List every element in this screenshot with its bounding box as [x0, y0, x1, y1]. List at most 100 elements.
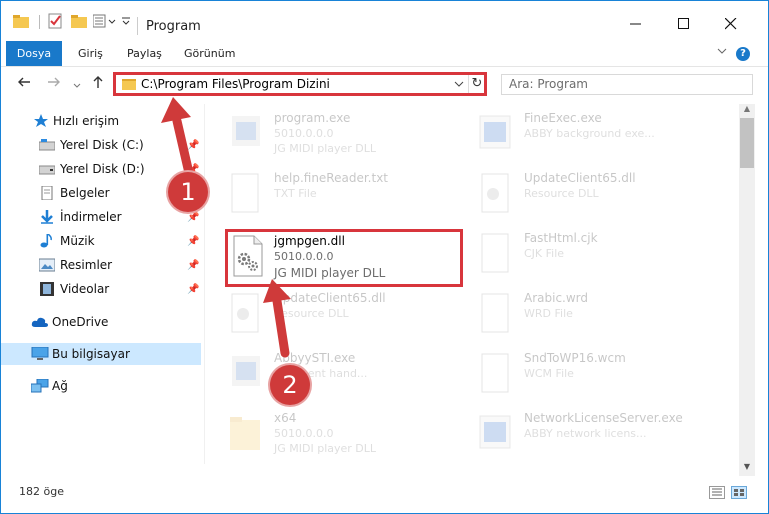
forward-arrow-icon[interactable] [47, 75, 61, 93]
close-button[interactable] [708, 9, 754, 39]
sidebar-item-label: Videolar [60, 282, 110, 296]
list-item[interactable]: UpdateClient65.dll Resource DLL [206, 284, 456, 340]
file-description: JG MIDI player DLL [274, 442, 377, 455]
explorer-window: Program Dosya Giriş Paylaş Görünüm ? C:\… [0, 0, 769, 514]
navigation-pane: Hızlı erişim Yerel Disk (C:) 📌 Yerel Dis… [1, 104, 203, 476]
list-item[interactable]: FineExec.exe ABBY background exe... [456, 104, 706, 160]
pin-icon[interactable]: 📌 [187, 212, 199, 223]
dll-gear-icon [231, 235, 265, 277]
list-item[interactable]: Arabic.wrd WRD File [456, 284, 706, 340]
tab-file[interactable]: Dosya [6, 41, 62, 66]
tab-share[interactable]: Paylaş [127, 41, 162, 66]
back-arrow-icon[interactable] [17, 75, 31, 93]
list-item[interactable]: UpdateClient65.dll Resource DLL [456, 164, 706, 220]
sidebar-item-local-disk-c[interactable]: Yerel Disk (C:) 📌 [1, 134, 201, 156]
drive-icon [38, 162, 56, 176]
new-folder-icon[interactable] [71, 12, 87, 30]
refresh-icon[interactable]: ↻ [468, 75, 485, 93]
help-icon[interactable]: ? [736, 47, 750, 61]
dll-gear-icon [228, 292, 262, 334]
computer-icon [31, 346, 49, 361]
pin-icon[interactable]: 📌 [187, 140, 199, 151]
sidebar-item-label: Resimler [60, 258, 113, 272]
address-path[interactable]: C:\Program Files\Program Dizini [141, 77, 330, 91]
item-count: 182 öge [19, 485, 64, 498]
chevron-down-icon[interactable] [454, 77, 464, 94]
minimize-button[interactable] [613, 9, 659, 39]
scroll-thumb[interactable] [740, 118, 754, 168]
window-title: Program [146, 19, 201, 34]
sidebar-item-quick-access[interactable]: Hızlı erişim [1, 110, 201, 132]
sidebar-item-label: Yerel Disk (D:) [60, 162, 145, 176]
scroll-up-icon[interactable]: ▲ [739, 104, 755, 118]
file-type: CJK File [524, 247, 565, 260]
maximize-button[interactable] [661, 9, 707, 39]
customize-toolbar-icon[interactable] [93, 12, 119, 30]
details-view-icon[interactable] [709, 486, 725, 499]
chevron-down-icon[interactable] [121, 12, 131, 30]
folder-icon [228, 412, 262, 454]
file-version: 5010.0.0.0 [274, 427, 334, 440]
cloud-icon [31, 315, 48, 329]
file-name: UpdateClient65.dll [524, 171, 636, 185]
sidebar-item-onedrive[interactable]: OneDrive [1, 311, 201, 333]
large-icons-view-icon[interactable] [731, 486, 747, 499]
address-bar[interactable]: C:\Program Files\Program Dizini ↻ [113, 72, 487, 96]
document-icon [39, 185, 55, 201]
tab-view[interactable]: Görünüm [184, 41, 235, 66]
pin-icon[interactable]: 📌 [187, 260, 199, 271]
sidebar-item-downloads[interactable]: İndirmeler 📌 [1, 206, 201, 228]
step-badge-2: 2 [270, 365, 310, 405]
separator [204, 104, 205, 464]
list-item[interactable]: AbbyySTI.exe STI event hand... [206, 344, 456, 400]
pin-icon[interactable]: 📌 [187, 236, 199, 247]
file-type: Resource DLL [274, 307, 349, 320]
sidebar-item-local-disk-d[interactable]: Yerel Disk (D:) 📌 [1, 158, 201, 180]
scroll-down-icon[interactable]: ▼ [739, 462, 755, 476]
vertical-scrollbar[interactable]: ▲ ▼ [739, 104, 755, 476]
search-placeholder: Ara: Program [509, 77, 588, 91]
file-name: Arabic.wrd [524, 291, 589, 305]
text-file-icon [228, 172, 262, 214]
file-type: WCM File [524, 367, 574, 380]
list-item[interactable]: NetworkLicenseServer.exe ABBY network li… [456, 404, 706, 460]
exe-file-icon [478, 412, 512, 454]
expand-ribbon-icon[interactable] [716, 45, 728, 60]
sidebar-item-label: Hızlı erişim [53, 114, 120, 128]
list-item[interactable]: program.exe 5010.0.0.0 JG MIDI player DL… [206, 104, 456, 160]
search-input[interactable]: Ara: Program [501, 74, 753, 95]
file-type: Resource DLL [524, 187, 599, 200]
recent-locations-icon[interactable] [73, 78, 81, 94]
sidebar-item-network[interactable]: Ağ [1, 375, 201, 397]
list-item[interactable]: x64 5010.0.0.0 JG MIDI player DLL [206, 404, 456, 460]
file-name: jgmpgen.dll [274, 234, 345, 248]
network-icon [30, 378, 49, 393]
list-item[interactable]: FastHtml.cjk CJK File [456, 224, 706, 280]
exe-file-icon [478, 112, 512, 154]
file-name: program.exe [274, 111, 351, 125]
tab-home[interactable]: Giriş [78, 41, 103, 66]
sidebar-item-pictures[interactable]: Resimler 📌 [1, 254, 201, 276]
file-type: WRD File [524, 307, 573, 320]
list-item[interactable]: SndToWP16.wcm WCM File [456, 344, 706, 400]
sidebar-item-music[interactable]: Müzik 📌 [1, 230, 201, 252]
highlighted-file[interactable]: jgmpgen.dll 5010.0.0.0 JG MIDI player DL… [225, 229, 463, 287]
file-icon [478, 232, 512, 274]
sidebar-item-label: OneDrive [52, 315, 109, 329]
file-name: FineExec.exe [524, 111, 602, 125]
pin-icon[interactable]: 📌 [187, 284, 199, 295]
sidebar-item-this-pc[interactable]: Bu bilgisayar [1, 343, 201, 365]
picture-icon [38, 258, 56, 272]
exe-file-icon [228, 352, 262, 394]
file-description: ABBY network licens... [524, 427, 647, 440]
up-arrow-icon[interactable] [91, 75, 105, 93]
sidebar-item-videos[interactable]: Videolar 📌 [1, 278, 201, 300]
sidebar-item-label: Ağ [52, 379, 68, 393]
sidebar-item-label: İndirmeler [60, 210, 122, 224]
navigation-bar: C:\Program Files\Program Dizini ↻ Ara: P… [1, 67, 768, 103]
properties-icon[interactable] [47, 12, 63, 30]
file-description: JG MIDI player DLL [274, 266, 386, 280]
file-icon [478, 352, 512, 394]
separator [39, 15, 40, 29]
list-item[interactable]: help.fineReader.txt TXT File [206, 164, 456, 220]
